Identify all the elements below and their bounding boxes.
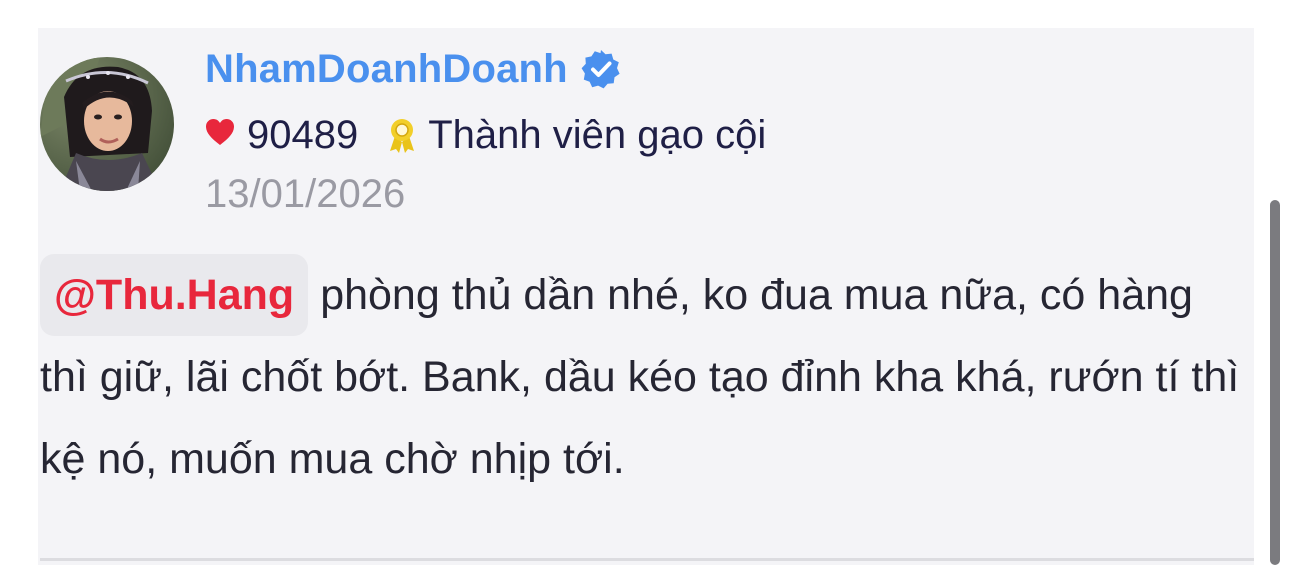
- post-body: @Thu.Hang phòng thủ dần nhé, ko đua mua n…: [40, 254, 1240, 500]
- likes-count: 90489: [247, 112, 359, 157]
- avatar-image: [40, 57, 174, 191]
- post-view: NhamDoanhDoanh 90489 Thành viên gạo cội …: [0, 0, 1290, 565]
- author-username[interactable]: NhamDoanhDoanh: [205, 47, 568, 92]
- member-rank: Thành viên gạo cội: [428, 112, 767, 157]
- heart-icon: [205, 118, 235, 152]
- verified-check-icon: [580, 48, 622, 90]
- scrollbar[interactable]: [1270, 200, 1280, 565]
- author-row: NhamDoanhDoanh: [205, 44, 622, 94]
- post-date: 13/01/2026: [205, 172, 406, 216]
- divider: [40, 558, 1254, 561]
- mention-tag[interactable]: @Thu.Hang: [40, 254, 309, 336]
- award-ribbon-icon: [386, 116, 418, 154]
- author-meta: 90489 Thành viên gạo cội: [205, 110, 766, 160]
- post-card: NhamDoanhDoanh 90489 Thành viên gạo cội …: [38, 28, 1254, 565]
- avatar[interactable]: [40, 57, 174, 191]
